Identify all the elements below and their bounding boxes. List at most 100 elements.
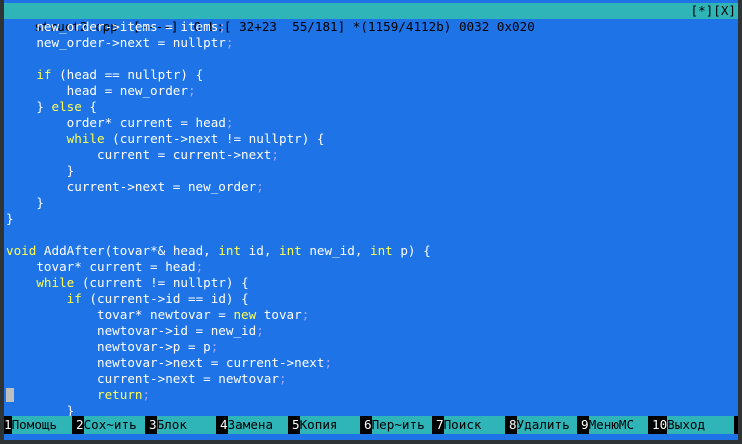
- code-token: tovar* newtovar =: [6, 307, 234, 322]
- code-token: (current != nullptr) {: [74, 275, 249, 290]
- code-token: ;: [301, 307, 310, 322]
- code-token: order* current = head: [6, 115, 226, 130]
- code-line[interactable]: newtovar->p = p;: [6, 339, 218, 355]
- code-line[interactable]: tovar* current = head;: [6, 259, 203, 275]
- fkey-8[interactable]: 8Удалить: [509, 416, 577, 434]
- fkey-3[interactable]: 3Блок: [149, 416, 216, 434]
- fkey-10[interactable]: 10Выход: [652, 416, 734, 434]
- code-token: current->next = newtovar: [6, 371, 279, 386]
- code-token: }: [6, 163, 75, 178]
- code-token: ;: [278, 371, 287, 386]
- code-line[interactable]: order* current = head;: [6, 115, 234, 131]
- fkey-number: 9: [581, 417, 589, 432]
- code-line[interactable]: newtovar->next = current->next;: [6, 355, 332, 371]
- mcedit-editor[interactable]: struct2.cpp [----] 0 L:[ 32+23 55/181] *…: [4, 0, 738, 440]
- fkey-number: 3: [149, 417, 157, 432]
- fkey-number: 2: [76, 417, 84, 432]
- keyword-token: while: [36, 275, 75, 290]
- window-controls[interactable]: [*][X]: [691, 3, 737, 19]
- code-token: ;: [142, 387, 151, 402]
- fkey-label: Копия: [299, 416, 360, 434]
- code-line[interactable]: void AddAfter(tovar*& head, int id, int …: [6, 243, 431, 259]
- code-line[interactable]: current->next = new_order;: [6, 179, 264, 195]
- code-token: newtovar->next = current->next: [6, 355, 325, 370]
- code-line[interactable]: while (current->next != nullptr) {: [6, 131, 325, 147]
- code-line[interactable]: while (current != nullptr) {: [6, 275, 249, 291]
- code-token: (current->id == id) {: [81, 291, 249, 306]
- fkey-label: Блок: [156, 416, 216, 434]
- code-line[interactable]: } else {: [6, 99, 97, 115]
- code-line[interactable]: newtovar->id = new_id;: [6, 323, 264, 339]
- code-token: newtovar->id = new_id: [6, 323, 257, 338]
- code-token: new_id,: [301, 243, 370, 258]
- code-token: current->next = new_order: [6, 179, 257, 194]
- fkey-number: 1: [4, 417, 12, 432]
- code-token: AddAfter(tovar*& head,: [36, 243, 219, 258]
- keyword-token: while: [66, 131, 105, 146]
- code-line[interactable]: new_order->items = items;: [6, 19, 226, 35]
- fkey-label: Замена: [227, 416, 288, 434]
- code-token: ;: [256, 323, 264, 338]
- code-token: newtovar->p = p: [6, 339, 211, 354]
- code-token: ;: [324, 355, 333, 370]
- code-token: }: [6, 195, 44, 210]
- code-line[interactable]: }: [6, 195, 44, 211]
- code-token: ;: [271, 147, 279, 162]
- fkey-2[interactable]: 2Сох~ить: [76, 416, 145, 434]
- code-token: (current->next != nullptr) {: [104, 131, 325, 146]
- code-line[interactable]: new_order->next = nullptr;: [6, 35, 233, 51]
- code-token: (head == nullptr) {: [51, 67, 204, 82]
- code-token: ;: [225, 35, 234, 50]
- fkey-9[interactable]: 9МенюMC: [581, 416, 648, 434]
- keyword-token: if: [66, 291, 82, 306]
- code-token: current = current->next: [6, 147, 272, 162]
- code-line[interactable]: }: [6, 211, 14, 227]
- fkey-4[interactable]: 4Замена: [220, 416, 288, 434]
- code-line[interactable]: head = new_order;: [6, 83, 196, 99]
- code-token: ;: [195, 259, 204, 274]
- fkey-label: Выход: [667, 416, 734, 434]
- fkey-label: Пер~ить: [371, 416, 432, 434]
- fkey-label: Поиск: [443, 416, 505, 434]
- code-line[interactable]: }: [6, 163, 75, 179]
- fkey-number: 7: [436, 417, 444, 432]
- code-token: ;: [218, 19, 226, 34]
- code-token: ;: [256, 179, 264, 194]
- code-line[interactable]: current = current->next;: [6, 147, 279, 163]
- keyword-token: return: [97, 387, 143, 402]
- fkey-5[interactable]: 5Копия: [292, 416, 360, 434]
- fkey-number: 8: [509, 417, 517, 432]
- fkey-7[interactable]: 7Поиск: [436, 416, 505, 434]
- keyword-token: else: [51, 99, 82, 114]
- code-line[interactable]: current->next = newtovar;: [6, 371, 287, 387]
- fkey-label: МенюMC: [588, 416, 648, 434]
- code-line[interactable]: if (current->id == id) {: [6, 291, 249, 307]
- keyword-token: void: [6, 243, 37, 258]
- status-bar: struct2.cpp [----] 0 L:[ 32+23 55/181] *…: [4, 3, 738, 34]
- text-cursor: [6, 388, 14, 402]
- code-line[interactable]: return;: [6, 387, 150, 403]
- code-token: tovar: [256, 307, 302, 322]
- code-token: ;: [187, 83, 196, 98]
- fkey-1[interactable]: 1Помощь: [4, 416, 72, 434]
- code-token: {: [81, 99, 98, 114]
- fkey-label: Помощь: [11, 416, 72, 434]
- keyword-token: int: [218, 243, 242, 258]
- code-token: tovar* current = head: [6, 259, 196, 274]
- fkey-number: 10: [652, 417, 668, 432]
- keyword-token: new: [233, 307, 257, 322]
- fkey-number: 5: [292, 417, 300, 432]
- code-token: ;: [210, 339, 219, 354]
- code-token: }: [6, 211, 14, 226]
- fkey-6[interactable]: 6Пер~ить: [364, 416, 432, 434]
- code-token: p) {: [392, 243, 431, 258]
- code-line[interactable]: tovar* newtovar = new tovar;: [6, 307, 309, 323]
- fkey-label: Сох~ить: [83, 416, 145, 434]
- code-line[interactable]: if (head == nullptr) {: [6, 67, 203, 83]
- code-token: }: [6, 99, 52, 114]
- keyword-token: int: [279, 243, 302, 258]
